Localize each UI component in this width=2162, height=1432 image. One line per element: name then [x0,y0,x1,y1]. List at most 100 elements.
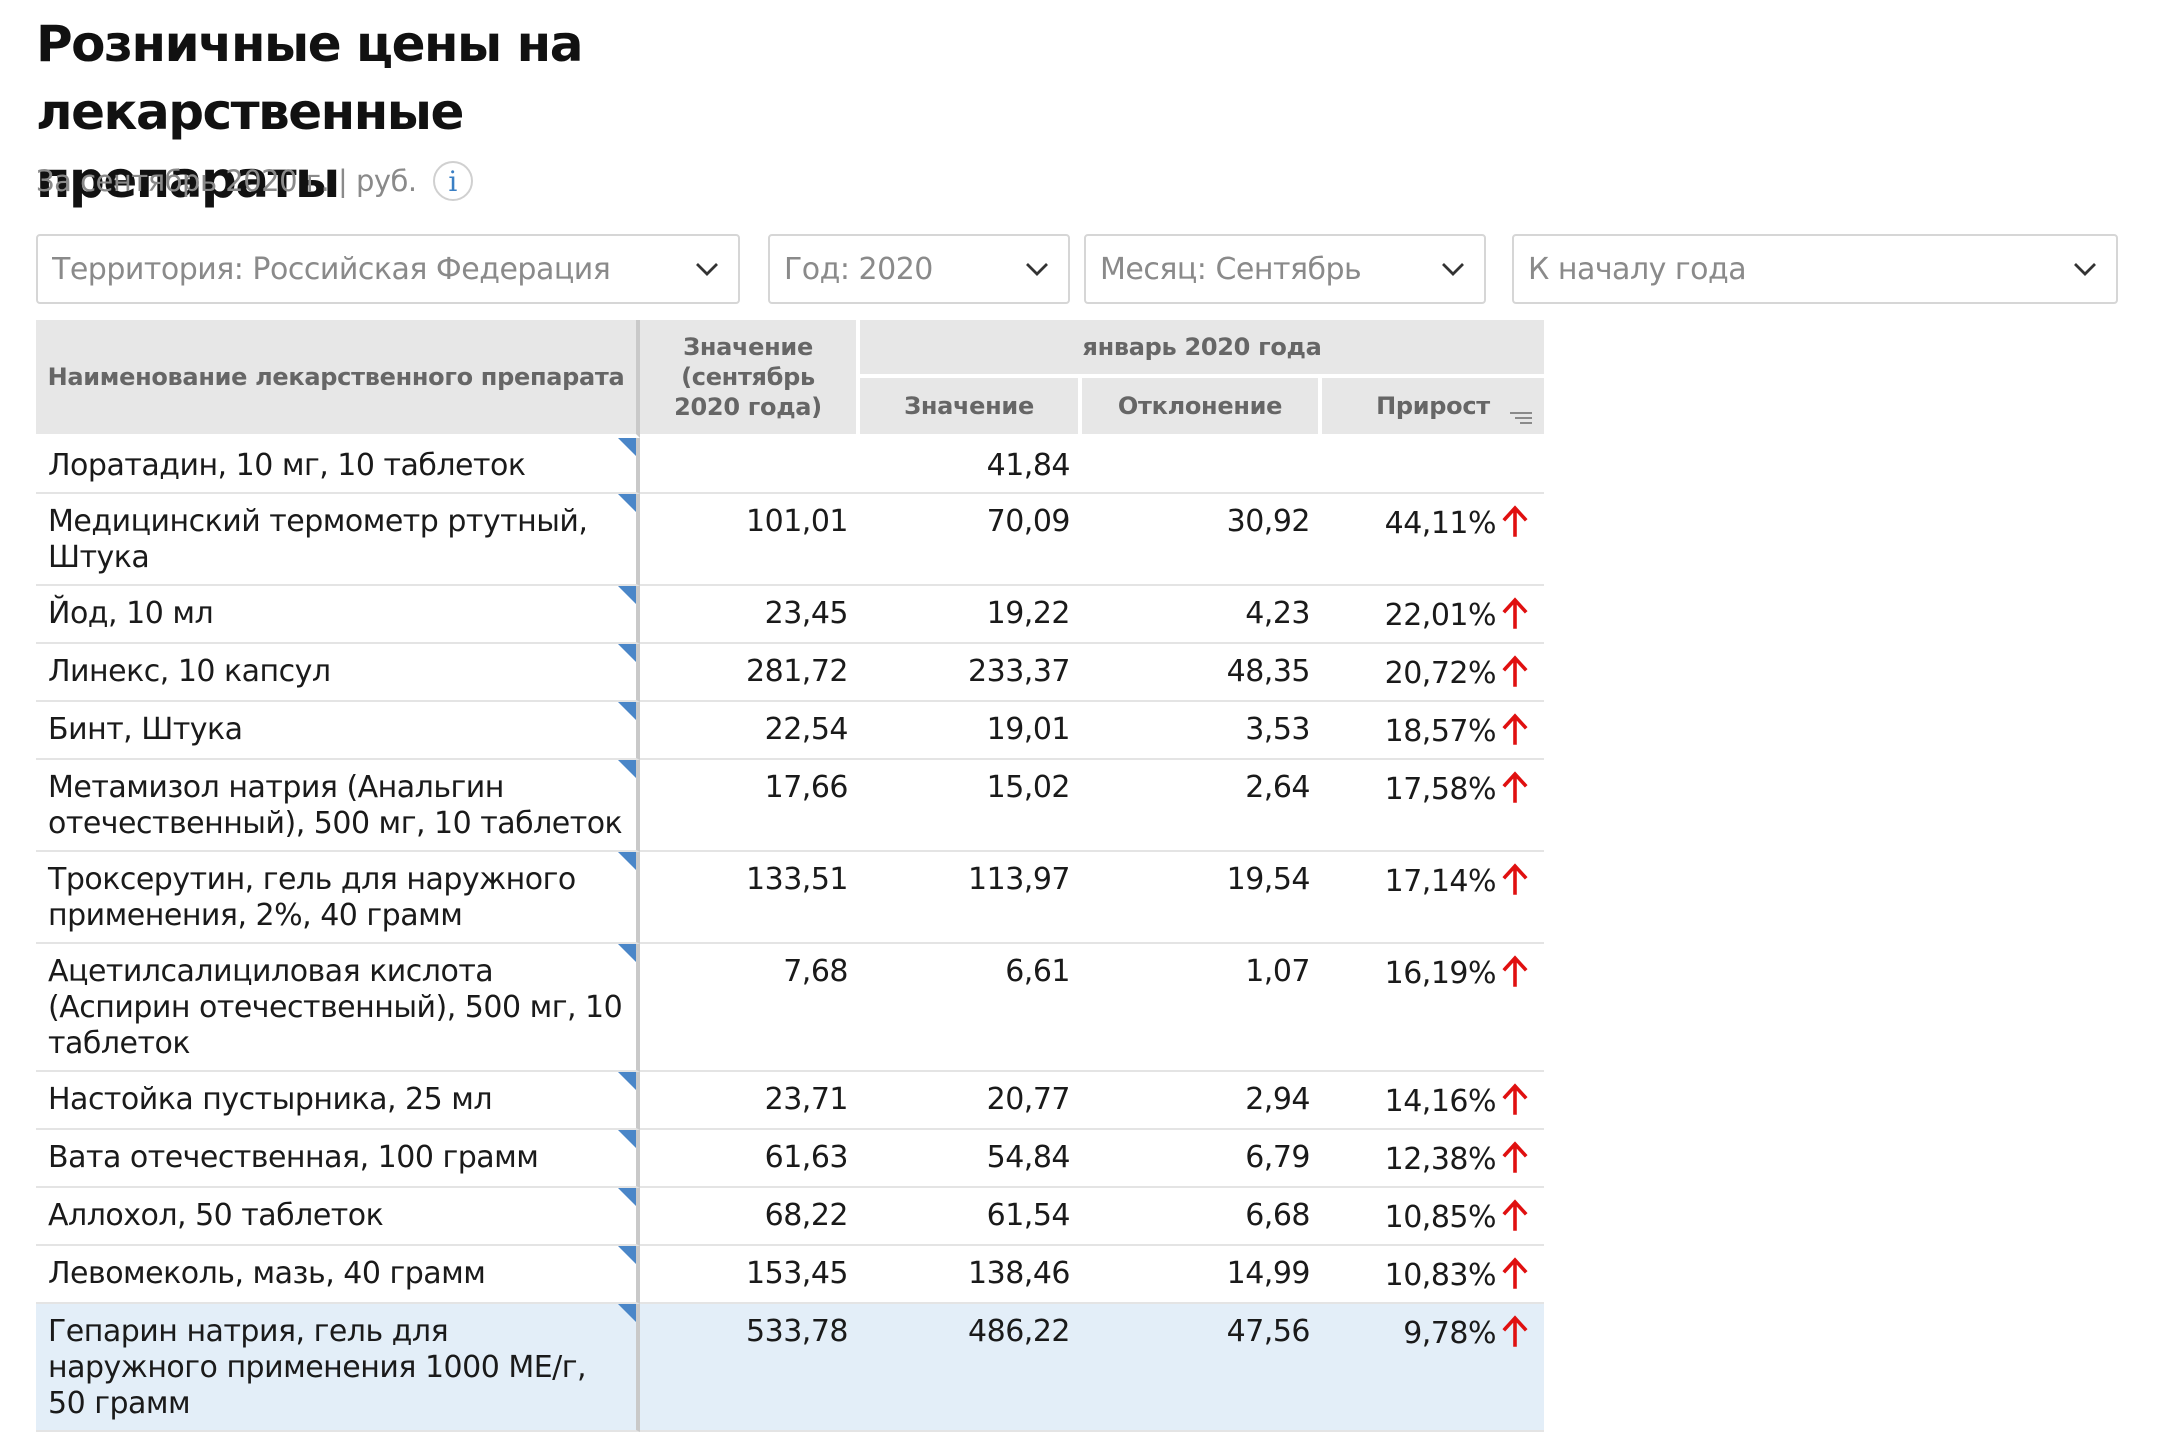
cell-deviation: 14,99 [1082,1246,1322,1304]
corner-triangle-icon [618,760,636,778]
cell-growth-text: 10,85% [1384,1200,1497,1235]
column-header-deviation[interactable]: Отклонение [1082,378,1322,438]
cell-value-base: 19,01 [860,702,1082,760]
year-select[interactable]: Год: 2020 [768,234,1070,304]
cell-name: Йод, 10 мл [36,586,640,644]
table-row[interactable]: Ацетилсалициловая кислота (Аспирин отече… [36,944,1544,1072]
cell-value-base: 486,22 [860,1304,1082,1432]
cell-name: Вата отечественная, 100 грамм [36,1130,640,1188]
subtitle-row: За сентябрь 2020 г. | руб. i [36,158,473,204]
territory-select[interactable]: Территория: Российская Федерация [36,234,740,304]
page-subtitle: За сентябрь 2020 г. | руб. [36,164,417,198]
arrow-up-icon [1502,655,1528,687]
info-icon[interactable]: i [432,161,473,201]
cell-deviation: 47,56 [1082,1304,1322,1432]
table-row[interactable]: Вата отечественная, 100 грамм 61,63 54,84 6… [36,1130,1544,1188]
period-select[interactable]: К началу года [1512,234,2118,304]
cell-value-base: 54,84 [860,1130,1082,1188]
cell-value-base: 6,61 [860,944,1082,1072]
cell-growth-text: 10,83% [1384,1258,1497,1293]
cell-value-current: 68,22 [640,1188,860,1246]
chevron-down-icon [1442,263,1464,276]
arrow-up-icon [1502,597,1528,629]
cell-value-current: 101,01 [640,494,860,586]
table-row[interactable]: Медицинский термометр ртутный, Штука 101,… [36,494,1544,586]
cell-name: Троксерутин, гель для наружного применен… [36,852,640,944]
cell-name-text: Гепарин натрия, гель для наружного приме… [48,1314,587,1421]
table-row[interactable]: Аллохол, 50 таблеток 68,22 61,54 6,68 10,85% [36,1188,1544,1246]
cell-value-current: 17,66 [640,760,860,852]
arrow-up-icon [1502,1315,1528,1347]
cell-deviation: 48,35 [1082,644,1322,702]
corner-triangle-icon [618,1072,636,1090]
cell-value-current [640,438,860,494]
table-row[interactable]: Йод, 10 мл 23,45 19,22 4,23 22,01% [36,586,1544,644]
column-header-value-current[interactable]: Значение (сентябрь 2020 года) [640,320,860,438]
cell-name-text: Аллохол, 50 таблеток [48,1198,384,1233]
cell-name-text: Лоратадин, 10 мг, 10 таблеток [48,448,526,483]
table-row[interactable]: Линекс, 10 капсул 281,72 233,37 48,35 20,72% [36,644,1544,702]
cell-value-base: 20,77 [860,1072,1082,1130]
cell-value-current: 23,45 [640,586,860,644]
cell-value-current: 22,54 [640,702,860,760]
column-header-growth[interactable]: Прирост [1322,378,1544,438]
cell-value-current: 153,45 [640,1246,860,1304]
arrow-up-icon [1502,863,1528,895]
cell-name-text: Бинт, Штука [48,712,243,747]
cell-value-current: 7,68 [640,944,860,1072]
cell-growth-text: 22,01% [1384,598,1497,633]
table-body: Лоратадин, 10 мг, 10 таблеток 41,84 Медици… [36,438,1544,1432]
cell-name-text: Метамизол натрия (Анальгин отечественный… [48,770,623,841]
cell-growth: 44,11% [1322,494,1544,586]
cell-growth-text: 17,14% [1384,864,1497,899]
sort-icon[interactable] [1508,408,1534,428]
table-row[interactable]: Левомеколь, мазь, 40 грамм 153,45 138,46 14… [36,1246,1544,1304]
chevron-down-icon [696,263,718,276]
table-row[interactable]: Метамизол натрия (Анальгин отечественный… [36,760,1544,852]
cell-growth-text: 17,58% [1384,772,1497,807]
cell-growth-text: 44,11% [1384,506,1497,541]
column-header-name[interactable]: Наименование лекарственного препарата [36,320,640,438]
cell-value-current: 23,71 [640,1072,860,1130]
cell-deviation: 3,53 [1082,702,1322,760]
cell-growth: 14,16% [1322,1072,1544,1130]
column-header-value-base[interactable]: Значение [860,378,1082,438]
cell-growth: 12,38% [1322,1130,1544,1188]
month-select-value: Месяц: Сентябрь [1100,251,1362,287]
arrow-up-icon [1502,713,1528,745]
cell-name: Левомеколь, мазь, 40 грамм [36,1246,640,1304]
table-row[interactable]: Лоратадин, 10 мг, 10 таблеток 41,84 [36,438,1544,494]
cell-growth-text: 18,57% [1384,714,1497,749]
arrow-up-icon [1502,1257,1528,1289]
cell-growth [1322,438,1544,494]
arrow-up-icon [1502,955,1528,987]
corner-triangle-icon [618,1130,636,1148]
cell-value-base: 113,97 [860,852,1082,944]
table-row[interactable]: Настойка пустырника, 25 мл 23,71 20,77 2,94… [36,1072,1544,1130]
cell-deviation: 2,94 [1082,1072,1322,1130]
cell-value-base: 70,09 [860,494,1082,586]
cell-growth: 16,19% [1322,944,1544,1072]
cell-value-base: 61,54 [860,1188,1082,1246]
page: Розничные цены на лекарственные препарат… [0,0,2162,1432]
column-group-january: январь 2020 года [860,320,1544,378]
cell-name: Метамизол натрия (Анальгин отечественный… [36,760,640,852]
cell-name: Ацетилсалициловая кислота (Аспирин отече… [36,944,640,1072]
cell-growth: 20,72% [1322,644,1544,702]
column-header-growth-label: Прирост [1376,392,1490,420]
table-row[interactable]: Гепарин натрия, гель для наружного приме… [36,1304,1544,1432]
corner-triangle-icon [618,494,636,512]
table-row[interactable]: Бинт, Штука 22,54 19,01 3,53 18,57% [36,702,1544,760]
month-select[interactable]: Месяц: Сентябрь [1084,234,1486,304]
corner-triangle-icon [618,438,636,456]
cell-growth-text: 9,78% [1403,1316,1496,1351]
cell-name-text: Вата отечественная, 100 грамм [48,1140,539,1175]
cell-name-text: Настойка пустырника, 25 мл [48,1082,493,1117]
period-select-value: К началу года [1528,251,1747,287]
cell-name-text: Йод, 10 мл [48,596,214,631]
table-row[interactable]: Троксерутин, гель для наружного применен… [36,852,1544,944]
territory-select-value: Территория: Российская Федерация [52,251,611,287]
cell-value-current: 281,72 [640,644,860,702]
page-title-line-1: Розничные цены на лекарственные [36,15,583,141]
cell-value-current: 61,63 [640,1130,860,1188]
